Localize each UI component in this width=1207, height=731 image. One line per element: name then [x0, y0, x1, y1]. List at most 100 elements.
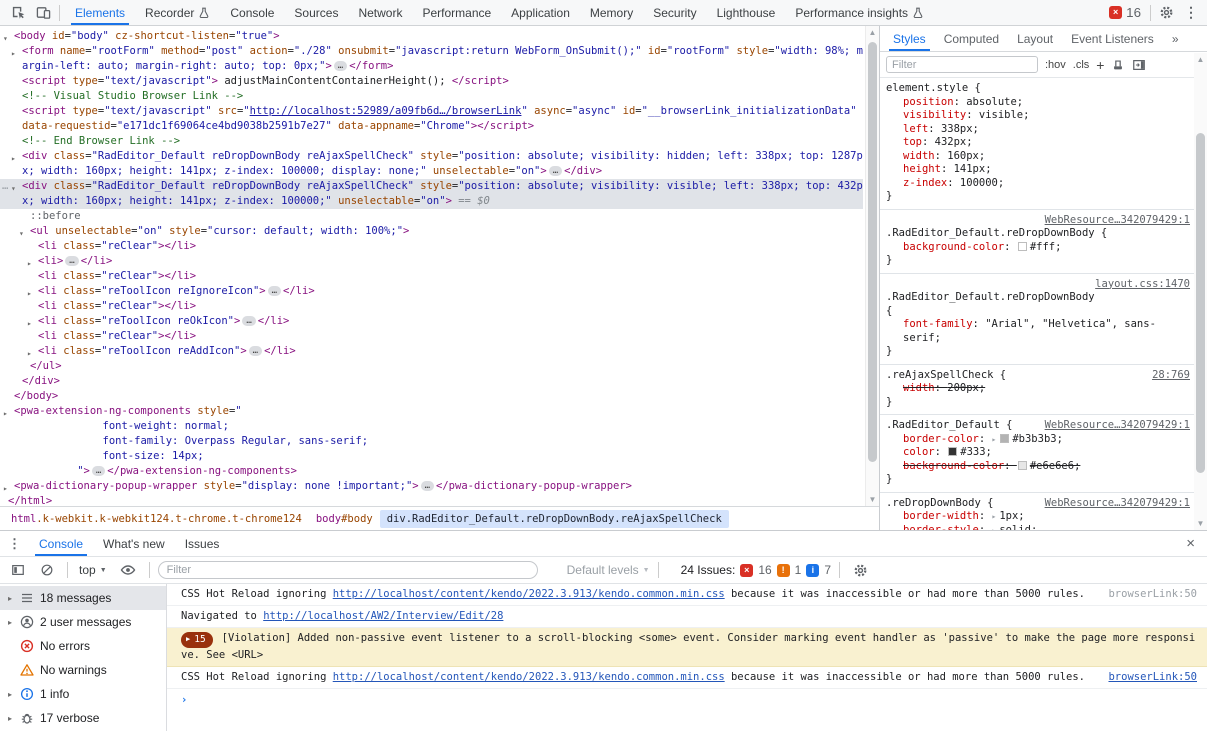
dom-line[interactable]: <li class="reClear"></li> — [0, 299, 863, 314]
css-property[interactable]: z-index: 100000; — [886, 177, 1190, 191]
css-property[interactable]: top: 432px; — [886, 136, 1190, 150]
css-property[interactable]: border-color: ▸#b3b3b3; — [886, 433, 1190, 447]
dom-line[interactable]: <li class="reClear"></li> — [0, 269, 863, 284]
css-selector[interactable]: .RadEditor_Default { — [886, 419, 1012, 431]
new-style-rule-button[interactable]: + — [1096, 60, 1104, 70]
expand-shorthand-icon[interactable]: ▸ — [992, 512, 997, 521]
drawer-tab-console[interactable]: Console — [29, 531, 93, 556]
expand-arrow-icon[interactable]: ▸ — [3, 406, 8, 421]
css-property[interactable]: color: #333; — [886, 446, 1190, 460]
styles-tab-styles[interactable]: Styles — [884, 26, 935, 51]
dom-line[interactable]: ▸<li>…</li> — [0, 254, 863, 269]
color-swatch[interactable] — [1018, 242, 1027, 251]
dom-line[interactable]: <script type="text/javascript" src="http… — [0, 104, 863, 134]
dom-line[interactable]: ▸<pwa-extension-ng-components style=" fo… — [0, 404, 863, 479]
css-property[interactable]: width: 200px; — [886, 382, 1190, 396]
tab-console[interactable]: Console — [220, 0, 284, 25]
css-selector[interactable]: .RadEditor_Default.reDropDownBody { — [886, 227, 1107, 239]
error-count-indicator[interactable]: × 16 — [1103, 5, 1147, 20]
more-options-icon[interactable]: ⋮ — [1179, 2, 1203, 23]
message-source-link[interactable]: browserLink:50 — [1108, 670, 1197, 685]
expand-arrow-icon[interactable]: ▸ — [6, 594, 14, 603]
tab-recorder[interactable]: Recorder — [135, 0, 220, 25]
dom-line[interactable]: ::before — [0, 209, 863, 224]
expand-arrow-icon[interactable]: ▸ — [6, 618, 14, 627]
expand-arrow-icon[interactable]: ▸ — [6, 714, 14, 723]
tab-application[interactable]: Application — [501, 0, 580, 25]
console-settings-gear-icon[interactable] — [848, 561, 873, 580]
paint-brush-icon[interactable] — [1111, 58, 1125, 72]
clear-console-icon[interactable] — [35, 561, 59, 579]
dom-line[interactable]: ▾<ul unselectable="on" style="cursor: de… — [0, 224, 863, 239]
rule-source-link[interactable]: 28:769 — [1152, 369, 1190, 383]
styles-tab-computed[interactable]: Computed — [935, 26, 1008, 51]
drawer-tab-issues[interactable]: Issues — [175, 531, 230, 556]
inline-ellipsis-button[interactable]: … — [421, 481, 434, 491]
styles-tab-event-listeners[interactable]: Event Listeners — [1062, 26, 1163, 51]
tab-sources[interactable]: Sources — [284, 0, 348, 25]
styles-tab-[interactable]: » — [1163, 26, 1188, 51]
rule-source-link[interactable]: WebResource…342079429:1 — [1045, 497, 1190, 511]
styles-scrollbar[interactable]: ▲ ▼ — [1194, 53, 1207, 530]
tab-security[interactable]: Security — [643, 0, 706, 25]
css-property[interactable]: height: 141px; — [886, 163, 1190, 177]
css-selector[interactable]: element.style { — [886, 82, 981, 94]
message-url-link[interactable]: http://localhost/AW2/Interview/Edit/28 — [263, 610, 503, 622]
collapse-arrow-icon[interactable]: ▾ — [11, 181, 16, 196]
dom-line[interactable]: <li class="reClear"></li> — [0, 329, 863, 344]
attribute-value-link[interactable]: http://localhost:52989/a09fb6d…/browserL… — [250, 105, 522, 117]
dom-line[interactable]: <!-- End Browser Link --> — [0, 134, 863, 149]
inline-ellipsis-button[interactable]: … — [549, 166, 562, 176]
drawer-menu-icon[interactable]: ⋮ — [0, 531, 29, 556]
css-property[interactable]: position: absolute; — [886, 96, 1190, 110]
rule-source-link[interactable]: layout.css:1470 — [1095, 278, 1190, 292]
drawer-tab-what-s-new[interactable]: What's new — [93, 531, 175, 556]
dom-line-menu-icon[interactable]: … — [2, 179, 7, 194]
log-levels-dropdown[interactable]: Default levels ▼ — [567, 563, 650, 577]
settings-gear-icon[interactable] — [1154, 3, 1179, 22]
device-toolbar-icon[interactable] — [31, 3, 56, 22]
css-property[interactable]: background-color: #fff; — [886, 241, 1190, 255]
scrollbar-thumb[interactable] — [868, 42, 877, 462]
message-url-link[interactable]: http://localhost/content/kendo/2022.3.91… — [333, 588, 725, 600]
console-filter-2-user-messages[interactable]: ▸2 user messages — [0, 610, 166, 634]
console-filter-no-warnings[interactable]: No warnings — [0, 658, 166, 682]
dom-line[interactable]: ▸<li class="reToolIcon reAddIcon">…</li> — [0, 344, 863, 359]
close-drawer-icon[interactable]: × — [1174, 531, 1207, 556]
inline-ellipsis-button[interactable]: … — [92, 466, 105, 476]
css-property[interactable]: border-width: ▸1px; — [886, 510, 1190, 524]
scroll-up-icon[interactable]: ▲ — [866, 28, 879, 37]
breadcrumb-item-html[interactable]: html.k-webkit.k-webkit124.t-chrome.t-chr… — [4, 510, 309, 528]
breadcrumb-item-div[interactable]: div.RadEditor_Default.reDropDownBody.reA… — [380, 510, 729, 528]
css-property[interactable]: left: 338px; — [886, 123, 1190, 137]
tab-performance[interactable]: Performance — [412, 0, 501, 25]
tab-lighthouse[interactable]: Lighthouse — [707, 0, 786, 25]
dom-line[interactable]: ▸<pwa-dictionary-popup-wrapper style="di… — [0, 479, 863, 494]
dom-line[interactable]: ▸<li class="reToolIcon reOkIcon">…</li> — [0, 314, 863, 329]
inline-ellipsis-button[interactable]: … — [249, 346, 262, 356]
live-expression-eye-icon[interactable] — [115, 560, 141, 580]
console-filter-18-messages[interactable]: ▸18 messages — [0, 586, 166, 610]
dom-line[interactable]: <!-- Visual Studio Browser Link --> — [0, 89, 863, 104]
css-selector[interactable]: .reDropDownBody { — [886, 497, 993, 509]
elements-scrollbar[interactable]: ▲ ▼ — [865, 26, 879, 506]
css-selector[interactable]: .reAjaxSpellCheck { — [886, 369, 1006, 381]
inline-ellipsis-button[interactable]: … — [268, 286, 281, 296]
color-swatch[interactable] — [1000, 434, 1009, 443]
console-filter-17-verbose[interactable]: ▸17 verbose — [0, 706, 166, 730]
rule-source-link[interactable]: WebResource…342079429:1 — [1045, 419, 1190, 433]
color-swatch[interactable] — [948, 447, 957, 456]
console-filter-no-errors[interactable]: No errors — [0, 634, 166, 658]
dom-line[interactable]: ▸<form name="rootForm" method="post" act… — [0, 44, 863, 74]
tab-elements[interactable]: Elements — [65, 0, 135, 25]
styles-filter-input[interactable] — [886, 56, 1038, 73]
violation-count-badge[interactable]: ▶15 — [181, 632, 213, 648]
css-selector[interactable]: .RadEditor_Default.reDropDownBody — [886, 291, 1095, 303]
styles-tab-layout[interactable]: Layout — [1008, 26, 1062, 51]
expand-shorthand-icon[interactable]: ▸ — [992, 435, 997, 444]
dom-line[interactable]: <script type="text/javascript"> adjustMa… — [0, 74, 863, 89]
inline-ellipsis-button[interactable]: … — [65, 256, 78, 266]
scroll-up-icon[interactable]: ▲ — [1194, 55, 1207, 64]
css-property[interactable]: background-color: #e6e6e6; — [886, 460, 1190, 474]
rule-source-link[interactable]: WebResource…342079429:1 — [1045, 214, 1190, 226]
